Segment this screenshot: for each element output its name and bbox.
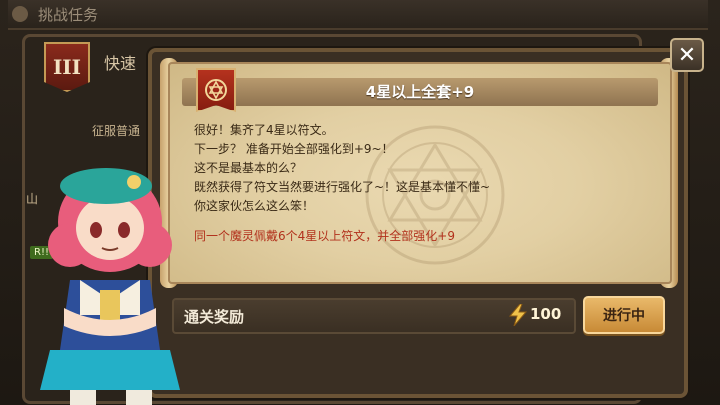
quick-label: 快速 [104,54,137,73]
reward-label: 通关奖励 [184,308,245,326]
hexagram-icon [205,79,227,101]
in-progress-button[interactable]: 进行中 [583,296,665,334]
dialog-line: 很好！集齐了4星以符文。 [194,123,334,137]
dialog-body: 很好！集齐了4星以符文。 下一步？ 准备开始全部强化到+9~！ 这不是最基本的么… [194,121,634,216]
dialog-title: 4星以上全套+9 [182,78,658,106]
dialog-line: 这不是最基本的么？ [194,161,303,175]
header-icon [12,6,28,22]
close-button[interactable]: ✕ [670,38,704,72]
dialog-line: 下一步？ 准备开始全部强化到+9~！ [194,142,394,156]
close-icon: ✕ [677,42,697,68]
dialog-line: 既然获得了符文当然要进行强化了~！这是基本懂不懂~ [194,180,491,194]
mission-requirement: 同一个魔灵佩戴6个4星以上符文，并全部强化+9 [194,229,455,243]
header-title-bar: 挑战任务 [8,0,708,30]
character-portrait [40,168,180,405]
page-title: 挑战任务 [38,6,99,24]
energy-bolt-icon [508,304,528,326]
tab-tier[interactable]: III [44,42,90,92]
reward-value: 100 [530,305,562,323]
dialog-line: 你这家伙怎么这么笨！ [194,199,315,213]
conquer-label: 征服普通 [92,124,141,138]
